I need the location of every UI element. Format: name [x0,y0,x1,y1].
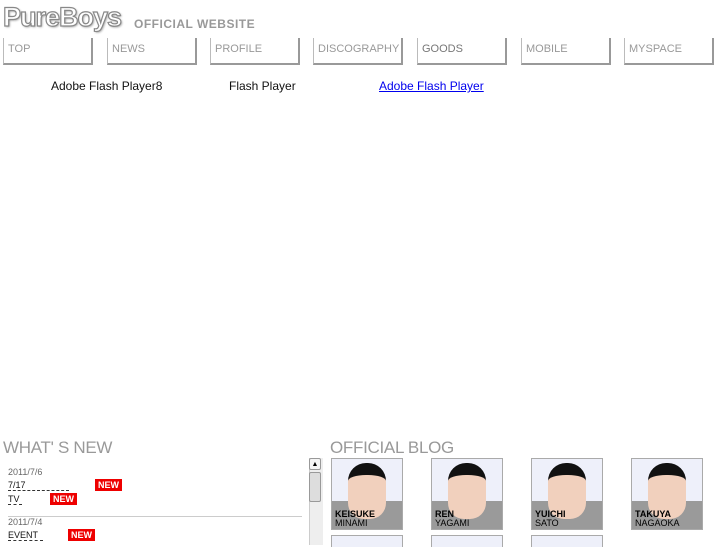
member-last-name: MINAMI [335,518,368,528]
nav-mobile[interactable]: MOBILE [521,38,611,65]
member-last-name: SATO [535,518,559,528]
blog-member-takuya[interactable]: TAKUYA NAGAOKA [631,458,703,530]
member-last-name: YAGAMI [435,518,470,528]
news-date: 2011/7/6 [8,467,43,477]
blog-member-keisuke[interactable]: KEISUKE MINAMI [331,458,403,530]
new-badge: NEW [95,479,122,491]
nav-news[interactable]: NEWS [107,38,197,65]
flash-text-2: Flash Player [229,79,296,93]
news-date: 2011/7/4 [8,517,43,527]
member-last-name: NAGAOKA [635,518,680,528]
news-item[interactable]: EVENT [8,530,43,541]
logo[interactable]: PureBoys [2,1,122,33]
nav-discography[interactable]: DISCOGRAPHY [313,38,403,65]
blog-member-photo[interactable] [431,535,503,547]
nav-goods[interactable]: GOODS [417,38,507,65]
divider [8,516,302,517]
nav-top[interactable]: TOP [3,38,93,65]
flash-download-link[interactable]: Adobe Flash Player [379,79,484,93]
scrollbar-thumb[interactable] [309,472,321,502]
whats-new-title: WHAT' S NEW [3,438,113,457]
news-item[interactable]: TV [8,494,22,505]
blog-member-yuichi[interactable]: YUICHI SATO [531,458,603,530]
blog-member-photo[interactable] [331,535,403,547]
official-blog-title: OFFICIAL BLOG [330,438,454,457]
blog-member-photo[interactable] [531,535,603,547]
site-subtitle: OFFICIAL WEBSITE [134,17,256,31]
new-badge: NEW [50,493,77,505]
nav-profile[interactable]: PROFILE [210,38,300,65]
flash-text: Adobe Flash Player8 [51,79,163,93]
blog-member-ren[interactable]: REN YAGAMI [431,458,503,530]
nav-myspace[interactable]: MYSPACE [624,38,714,65]
new-badge: NEW [68,529,95,541]
news-item[interactable]: 7/17 [8,480,69,491]
scroll-up-icon[interactable]: ▲ [309,458,321,470]
